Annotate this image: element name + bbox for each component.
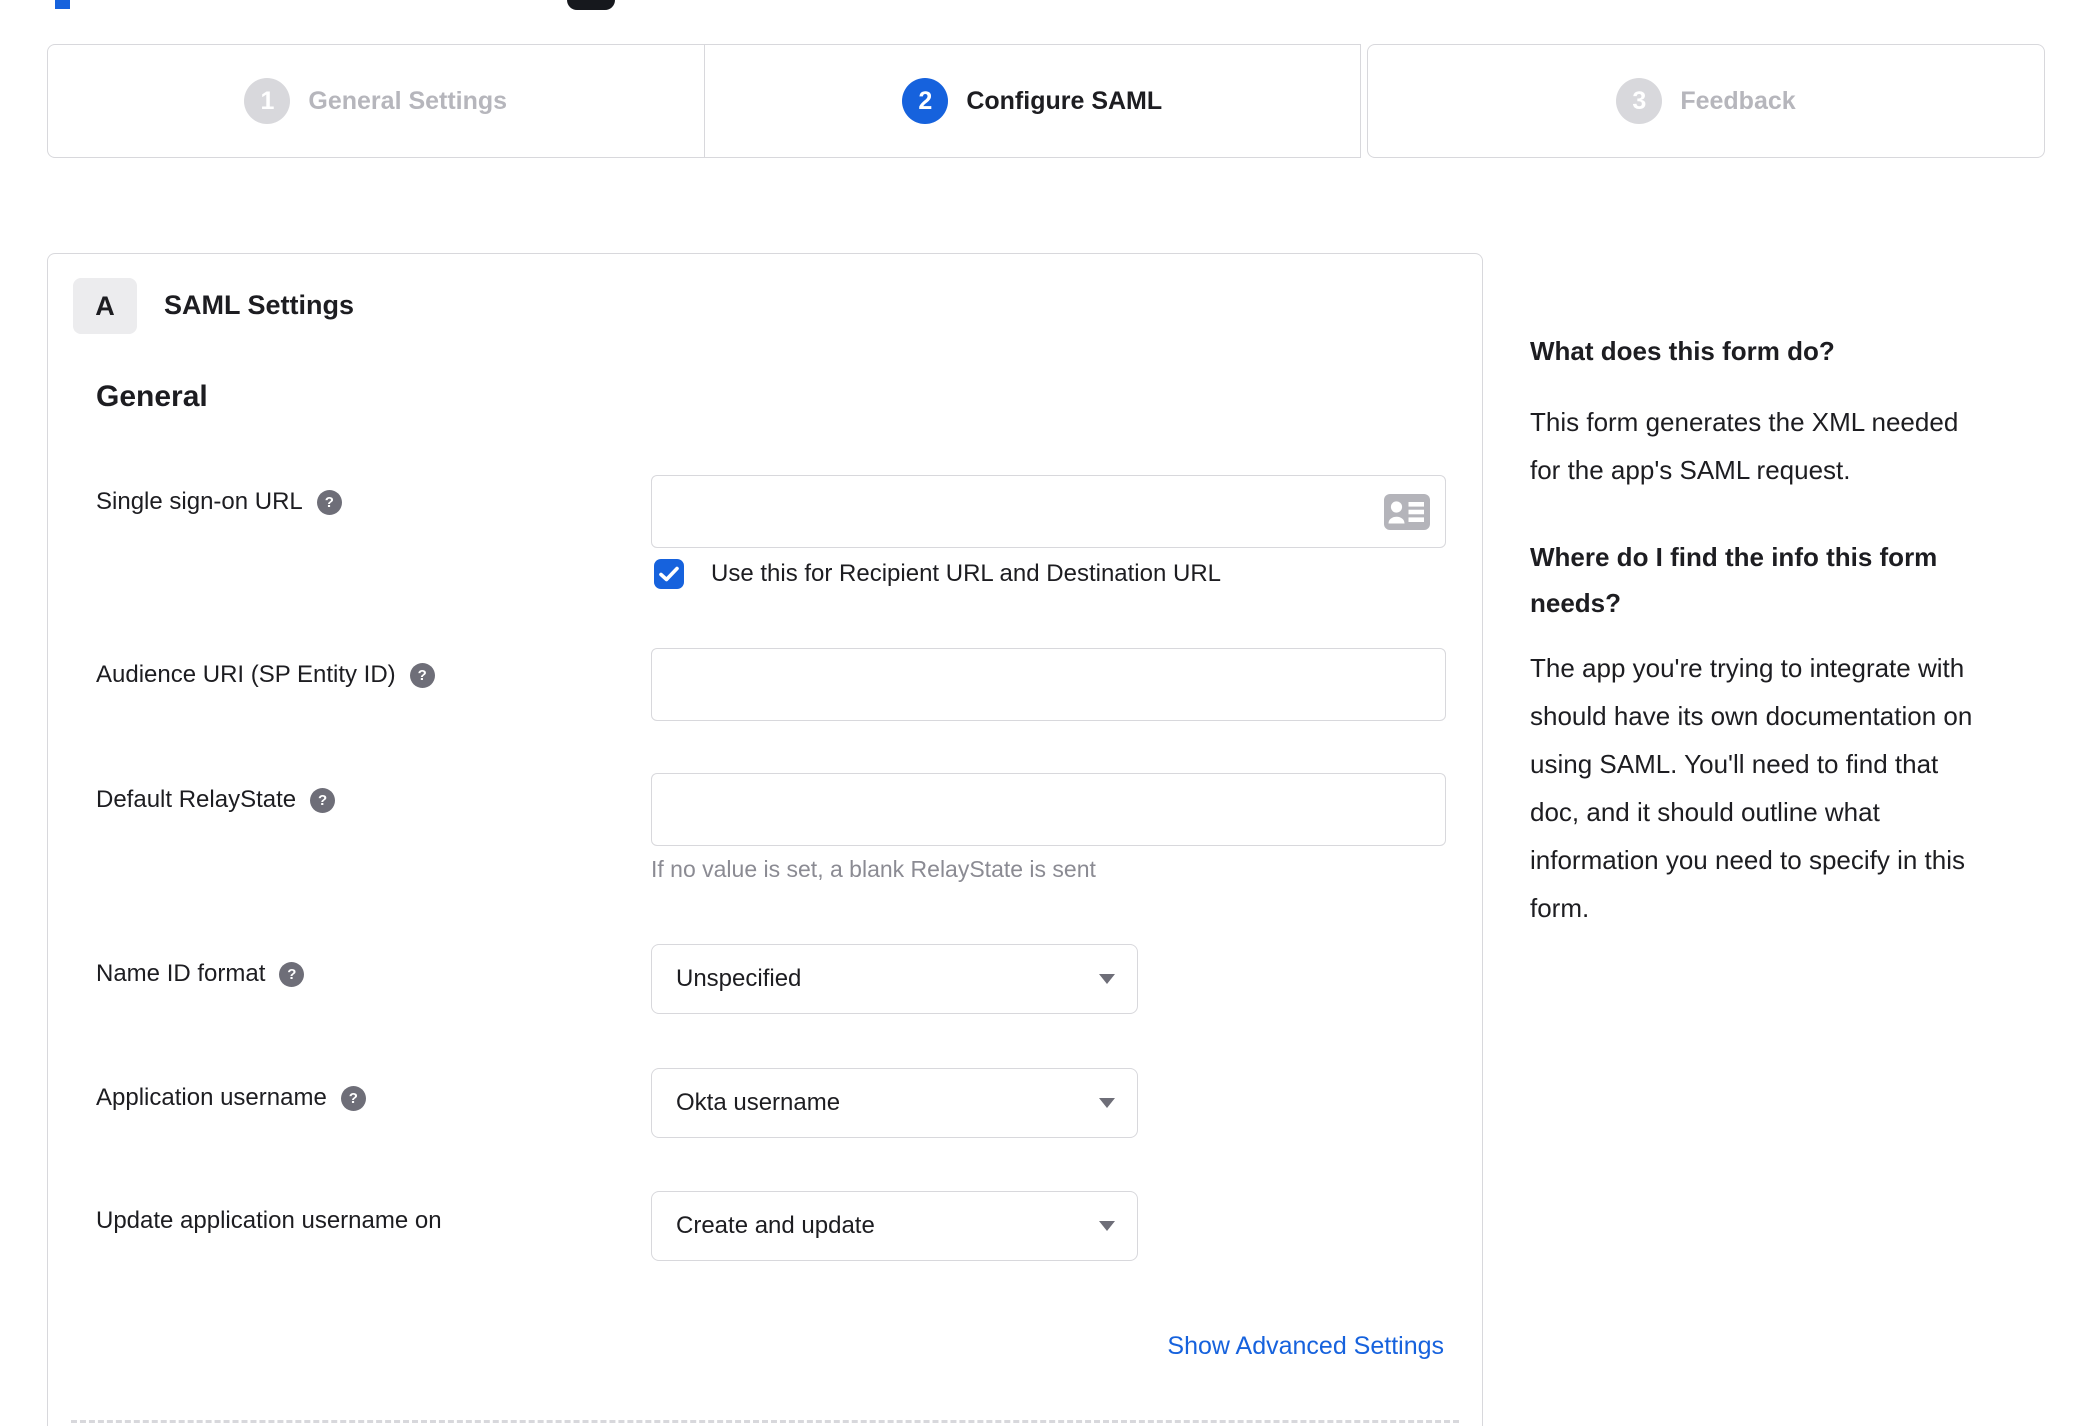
select-value: Okta username [676, 1089, 841, 1116]
cropped-top-element [55, 0, 70, 9]
step-number-badge: 3 [1616, 78, 1663, 124]
sidebar-text-line: using SAML. You'll need to find that [1530, 749, 1939, 779]
select-value: Create and update [676, 1212, 875, 1239]
default-relaystate-input[interactable] [651, 773, 1446, 846]
cropped-top-element [567, 0, 615, 10]
show-advanced-settings-link[interactable]: Show Advanced Settings [1167, 1332, 1444, 1361]
caret-down-icon [1099, 1098, 1115, 1108]
single-sign-on-url-label: Single sign-on URL ? [96, 484, 342, 520]
step-number-badge: 2 [902, 78, 949, 124]
section-a-badge: A [73, 278, 137, 334]
sidebar-text-line: should have its own documentation on [1530, 701, 1973, 731]
section-divider-dashed [71, 1420, 1459, 1423]
sidebar-question-2: Where do I find the info this form needs… [1530, 534, 2075, 626]
relaystate-hint-text: If no value is set, a blank RelayState i… [651, 856, 1096, 882]
single-sign-on-url-input[interactable] [651, 475, 1446, 548]
wizard-stepper: 1 General Settings 2 Configure SAML [47, 44, 1361, 158]
name-id-format-select[interactable]: Unspecified [651, 944, 1138, 1014]
sidebar-text-line: form. [1530, 893, 1590, 923]
caret-down-icon [1099, 1221, 1115, 1231]
contact-card-icon [1384, 494, 1430, 530]
sidebar-text-line: information you need to specify in this [1530, 845, 1966, 875]
general-section-heading: General [96, 380, 208, 413]
field-label-text: Single sign-on URL [96, 488, 303, 515]
sidebar-question-1: What does this form do? [1530, 336, 1835, 366]
step-label: Feedback [1680, 86, 1796, 115]
page: 1 General Settings 2 Configure SAML 3 Fe… [0, 0, 2092, 1426]
wizard-stepper: 3 Feedback [1367, 44, 2045, 158]
audience-uri-input[interactable] [651, 648, 1446, 721]
use-for-recipient-destination-checkbox[interactable] [654, 559, 684, 589]
step-label: General Settings [308, 86, 508, 115]
sidebar-text-line: This form generates the XML needed [1530, 407, 1959, 437]
stepper-step-general-settings[interactable]: 1 General Settings [48, 45, 704, 157]
update-application-username-select[interactable]: Create and update [651, 1191, 1138, 1261]
select-value: Unspecified [676, 965, 802, 992]
step-label: Configure SAML [966, 86, 1163, 115]
checkmark-icon [659, 566, 679, 582]
caret-down-icon [1099, 974, 1115, 984]
name-id-format-label: Name ID format ? [96, 956, 305, 992]
field-label-text: Update application username on [96, 1207, 442, 1234]
sidebar-text-line: The app you're trying to integrate with [1530, 653, 1965, 683]
sidebar-heading-line: Where do I find the info this form [1530, 542, 1938, 572]
audience-uri-label: Audience URI (SP Entity ID) ? [96, 657, 435, 693]
application-username-label: Application username ? [96, 1080, 366, 1116]
sidebar-text-line: doc, and it should outline what [1530, 797, 1880, 827]
help-icon[interactable]: ? [279, 961, 305, 987]
sidebar-answer-2: The app you're trying to integrate with … [1530, 644, 2075, 932]
application-username-select[interactable]: Okta username [651, 1068, 1138, 1138]
field-label-text: Default RelayState [96, 786, 297, 813]
default-relaystate-label: Default RelayState ? [96, 782, 336, 818]
help-sidebar: What does this form do? This form genera… [1530, 328, 2075, 972]
update-application-username-label: Update application username on [96, 1203, 442, 1239]
help-icon[interactable]: ? [340, 1085, 366, 1111]
sidebar-heading-line: needs? [1530, 588, 1622, 618]
stepper-step-feedback[interactable]: 3 Feedback [1368, 45, 2044, 157]
panel-title: SAML Settings [164, 290, 355, 320]
checkbox-label: Use this for Recipient URL and Destinati… [711, 560, 1222, 587]
field-label-text: Name ID format [96, 960, 266, 987]
field-label-text: Application username [96, 1084, 327, 1111]
stepper-step-configure-saml[interactable]: 2 Configure SAML [703, 45, 1361, 157]
saml-settings-panel: A SAML Settings General Single sign-on U… [47, 253, 1483, 1426]
help-icon[interactable]: ? [316, 489, 342, 515]
sidebar-answer-1: This form generates the XML needed for t… [1530, 398, 2075, 494]
step-number-badge: 1 [244, 78, 291, 124]
help-icon[interactable]: ? [409, 662, 435, 688]
field-label-text: Audience URI (SP Entity ID) [96, 661, 396, 688]
help-icon[interactable]: ? [310, 787, 336, 813]
sidebar-text-line: for the app's SAML request. [1530, 455, 1851, 485]
